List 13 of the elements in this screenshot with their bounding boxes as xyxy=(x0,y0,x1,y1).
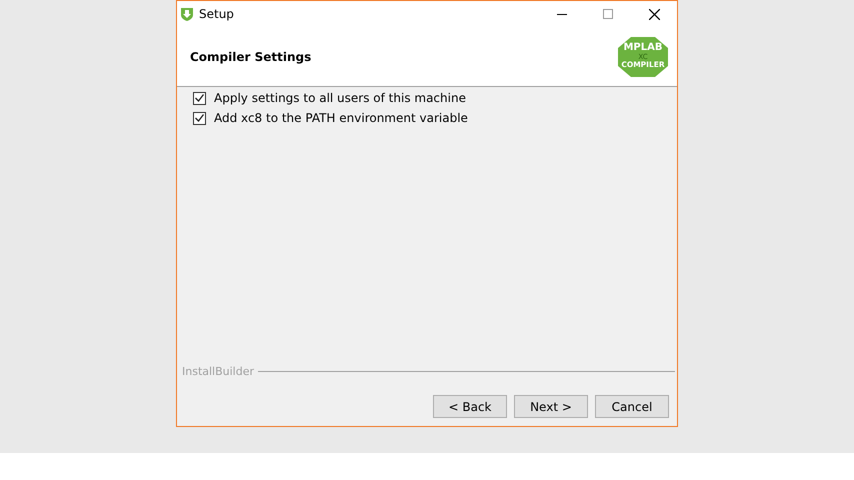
checkbox[interactable] xyxy=(193,92,206,104)
installer-brand: InstallBuilder xyxy=(182,365,254,378)
checkbox[interactable] xyxy=(193,112,206,124)
close-icon xyxy=(648,8,660,20)
checkbox-label: Apply settings to all users of this machine xyxy=(214,91,466,105)
dialog-button[interactable]: < Back xyxy=(433,395,507,418)
dialog-button[interactable]: Cancel xyxy=(595,395,669,418)
page-heading: Compiler Settings xyxy=(190,50,312,64)
checkbox-label: Add xc8 to the PATH environment variable xyxy=(214,111,468,125)
dialog-button[interactable]: Next > xyxy=(514,395,588,418)
window-title: Setup xyxy=(199,7,235,21)
maximize-icon xyxy=(603,9,613,19)
shield-icon xyxy=(181,7,193,21)
